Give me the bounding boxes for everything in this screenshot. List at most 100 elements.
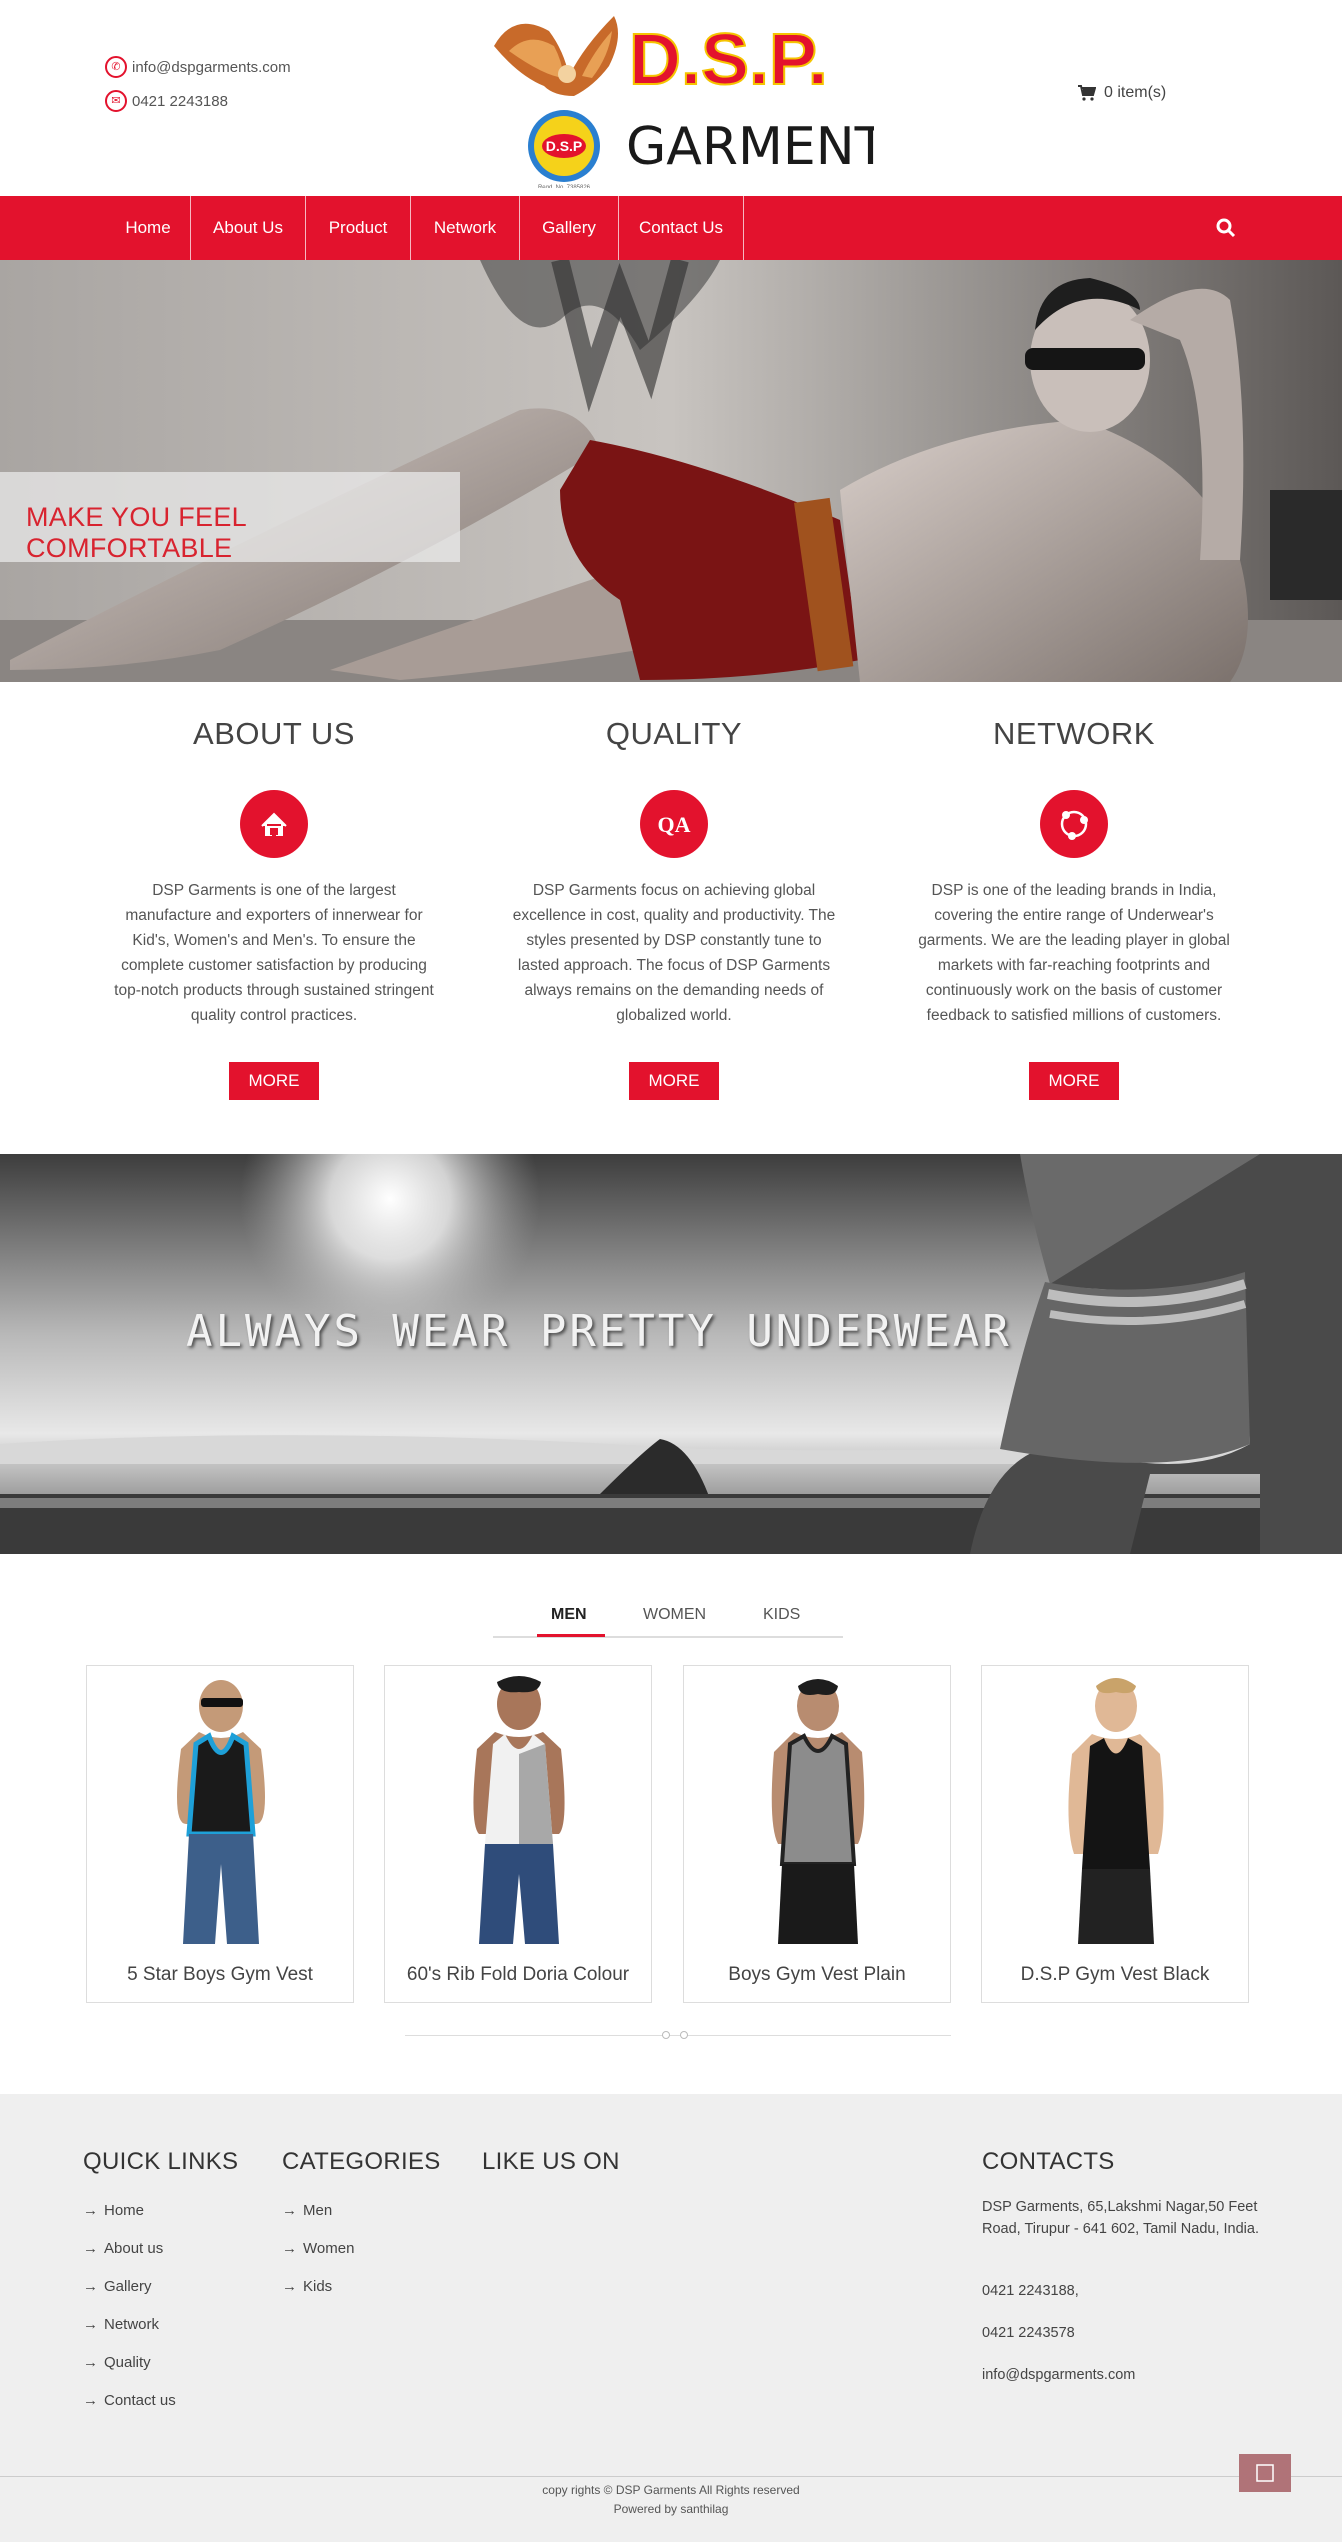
feature-title: QUALITY (605, 716, 743, 751)
powered-by-text[interactable]: Powered by santhilag (0, 2500, 1342, 2519)
tab-kids[interactable]: KIDS (763, 1606, 800, 1624)
footer-address: DSP Garments, 65,Lakshmi Nagar,50 Feet R… (982, 2199, 1260, 2237)
product-image (771, 1679, 865, 1944)
footer-link-home[interactable]: → Home (83, 2202, 144, 2219)
arrow-right-icon: → (83, 2354, 98, 2371)
network-icon (1040, 790, 1108, 858)
categories-heading: CATEGORIES (282, 2148, 441, 2175)
product-card[interactable]: 5 Star Boys Gym Vest (86, 1665, 354, 2003)
like-us-heading: LIKE US ON (482, 2148, 620, 2175)
logo-subtitle: GARMENTS (626, 117, 874, 177)
product-name[interactable]: 5 Star Boys Gym Vest (87, 1964, 353, 1986)
nav-network[interactable]: Network (411, 196, 519, 260)
footer-link-label[interactable]: Quality (104, 2354, 151, 2371)
footer-email[interactable]: info@dspgarments.com (982, 2364, 1262, 2386)
product-image (1068, 1678, 1164, 1944)
logo-title: D.S.P. (629, 20, 828, 100)
nav-divider (743, 196, 744, 260)
tab-women[interactable]: WOMEN (643, 1606, 706, 1624)
product-tabs: MEN WOMEN KIDS (493, 1594, 843, 1638)
footer-category-women[interactable]: → Women (282, 2240, 354, 2257)
arrow-right-icon: → (83, 2202, 98, 2219)
hero-image (0, 260, 1342, 682)
hero-caption: MAKE YOU FEEL COMFORTABLE (0, 472, 460, 563)
contacts-heading: CONTACTS (982, 2148, 1115, 2175)
product-card[interactable]: D.S.P Gym Vest Black (981, 1665, 1249, 2003)
product-name[interactable]: D.S.P Gym Vest Black (982, 1964, 1248, 1986)
qa-icon: QA (640, 790, 708, 858)
header-phone-text: 0421 2243188 (132, 92, 228, 110)
footer-link-label[interactable]: Women (303, 2240, 354, 2257)
svg-text:Regd. No. 7385826: Regd. No. 7385826 (538, 185, 591, 188)
copyright-bar: copy rights © DSP Garments All Rights re… (0, 2476, 1342, 2519)
svg-text:QA: QA (658, 812, 691, 837)
feature-description: DSP Garments focus on achieving global e… (512, 882, 836, 1024)
footer-link-contact[interactable]: → Contact us (83, 2392, 176, 2409)
more-button[interactable]: MORE (229, 1062, 319, 1100)
footer-phone-1: 0421 2243188, (982, 2283, 1079, 2299)
tab-men[interactable]: MEN (551, 1606, 587, 1624)
nav-home[interactable]: Home (107, 196, 189, 260)
nav-contact-us[interactable]: Contact Us (619, 196, 743, 260)
arrow-right-icon: → (83, 2316, 98, 2333)
footer-category-kids[interactable]: → Kids (282, 2278, 332, 2295)
cart-link[interactable]: 0 item(s) (1078, 84, 1166, 102)
product-name[interactable]: 60's Rib Fold Doria Colour (385, 1964, 651, 1986)
header-email-text[interactable]: info@dspgarments.com (132, 59, 291, 76)
product-image (473, 1676, 565, 1944)
carousel-dot[interactable] (680, 2031, 688, 2039)
site-logo[interactable]: D.S.P Regd. No. 7385826 D.S.P. GARMENTS (474, 6, 919, 191)
svg-text:D.S.P: D.S.P (546, 138, 583, 154)
active-tab-indicator (537, 1634, 605, 1637)
footer-category-men[interactable]: → Men (282, 2202, 332, 2219)
cart-icon (1078, 85, 1096, 101)
footer-link-label[interactable]: Contact us (104, 2392, 176, 2409)
cart-count[interactable]: 0 item(s) (1104, 84, 1166, 102)
carousel-track (405, 2035, 951, 2036)
eagle-logo-graphic: D.S.P Regd. No. 7385826 D.S.P. GARMENTS (494, 16, 919, 191)
footer-link-label[interactable]: Home (104, 2202, 144, 2219)
main-nav: Home About Us Product Network Gallery Co… (0, 196, 1342, 260)
arrow-right-icon: → (282, 2240, 297, 2257)
copyright-text: copy rights © DSP Garments All Rights re… (542, 2483, 800, 2497)
back-to-top-button[interactable] (1239, 2454, 1291, 2492)
chevron-up-icon (1256, 2464, 1274, 2482)
more-button[interactable]: MORE (1029, 1062, 1119, 1100)
footer-link-label[interactable]: Gallery (104, 2278, 152, 2295)
arrow-right-icon: → (83, 2278, 98, 2295)
footer-link-label[interactable]: Kids (303, 2278, 332, 2295)
product-image (177, 1680, 265, 1944)
nav-product[interactable]: Product (306, 196, 410, 260)
feature-description: DSP Garments is one of the largest manuf… (114, 882, 434, 1024)
footer-link-about[interactable]: → About us (83, 2240, 163, 2257)
mail-icon: ✉ (105, 90, 127, 112)
footer-link-label[interactable]: About us (104, 2240, 163, 2257)
hero-slider: MAKE YOU FEEL COMFORTABLE (0, 260, 1342, 682)
footer-link-quality[interactable]: → Quality (83, 2354, 151, 2371)
footer-link-label[interactable]: Network (104, 2316, 159, 2333)
promo-banner: ALWAYS WEAR PRETTY UNDERWEAR (0, 1154, 1342, 1554)
nav-about-us[interactable]: About Us (191, 196, 305, 260)
phone-icon: ✆ (105, 56, 127, 78)
arrow-right-icon: → (282, 2202, 297, 2219)
product-card[interactable]: 60's Rib Fold Doria Colour (384, 1665, 652, 2003)
arrow-right-icon: → (282, 2278, 297, 2295)
product-name[interactable]: Boys Gym Vest Plain (684, 1964, 950, 1986)
site-footer: QUICK LINKS → Home → About us → Gallery → Ne… (0, 2094, 1342, 2542)
feature-title: NETWORK (993, 716, 1155, 751)
feature-description: DSP is one of the leading brands in Indi… (918, 882, 1230, 1024)
site-header: ✆ info@dspgarments.com ✉ 0421 2243188 D.… (0, 0, 1342, 196)
search-icon[interactable] (1216, 218, 1236, 238)
footer-link-network[interactable]: → Network (83, 2316, 159, 2333)
header-email[interactable]: ✆ info@dspgarments.com (105, 56, 291, 78)
more-button[interactable]: MORE (629, 1062, 719, 1100)
footer-link-gallery[interactable]: → Gallery (83, 2278, 152, 2295)
footer-phone-2: 0421 2243578 (982, 2325, 1075, 2341)
carousel-dot[interactable] (662, 2031, 670, 2039)
footer-link-label[interactable]: Men (303, 2202, 332, 2219)
feature-title: ABOUT US (193, 716, 355, 751)
arrow-right-icon: → (83, 2392, 98, 2409)
nav-gallery[interactable]: Gallery (520, 196, 618, 260)
hero-caption-text: MAKE YOU FEEL COMFORTABLE (26, 502, 246, 563)
product-card[interactable]: Boys Gym Vest Plain (683, 1665, 951, 2003)
